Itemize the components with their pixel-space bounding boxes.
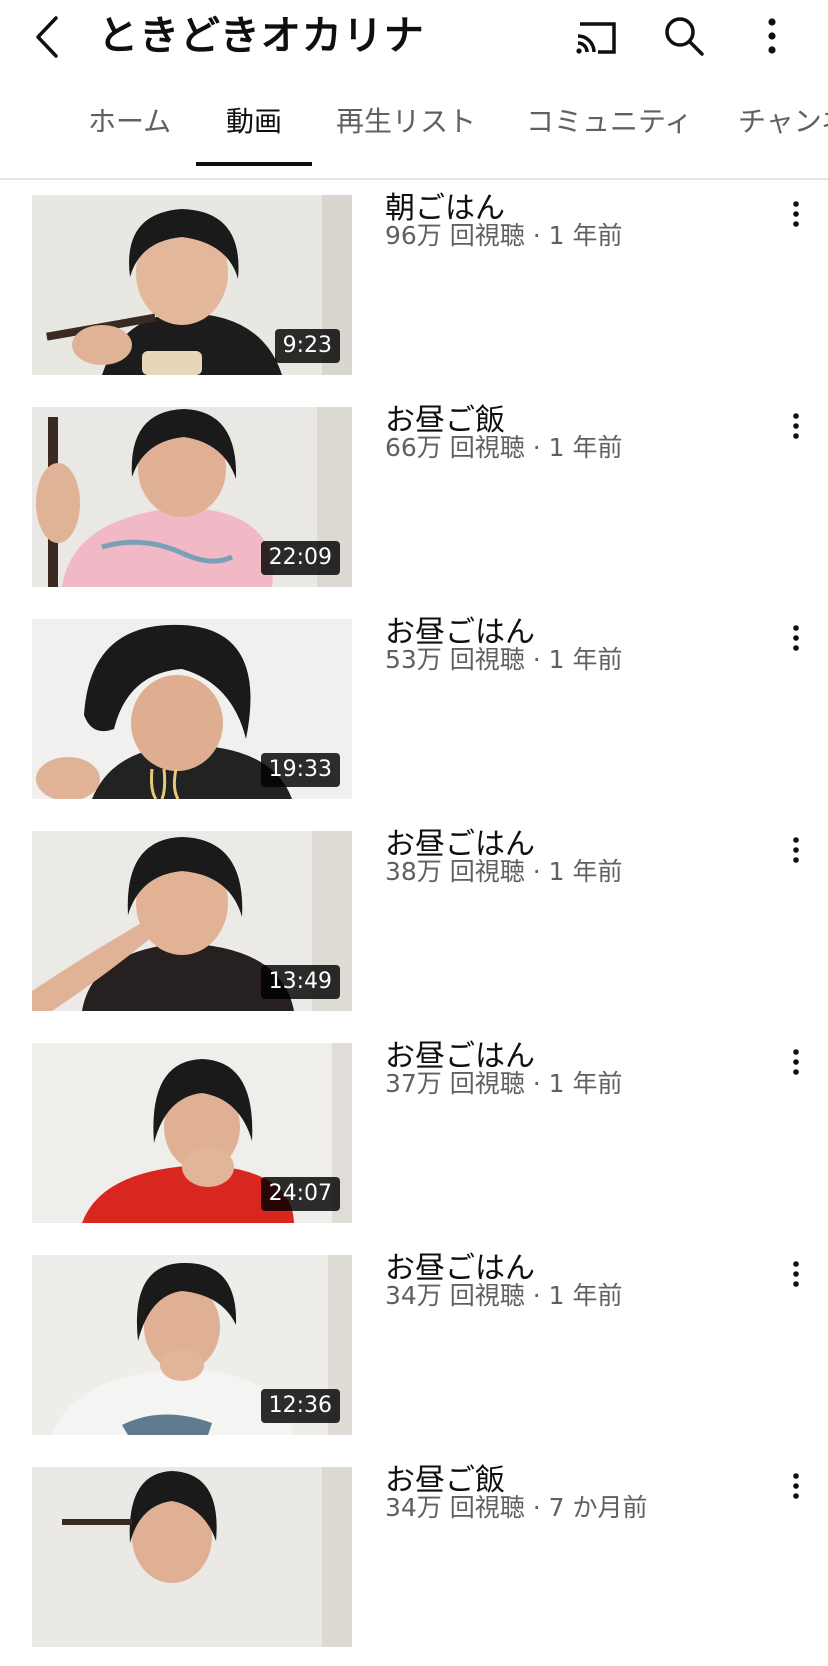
video-metadata: 34万 回視聴 · 7 か月前 (385, 1493, 648, 1522)
video-menu-button[interactable] (780, 1468, 812, 1504)
more-vertical-icon (793, 1049, 799, 1075)
search-button[interactable] (662, 14, 706, 58)
video-menu-button[interactable] (780, 832, 812, 868)
active-tab-indicator (196, 162, 312, 166)
video-metadata: 38万 回視聴 · 1 年前 (385, 857, 623, 886)
video-menu-button[interactable] (780, 1044, 812, 1080)
more-vertical-icon (793, 201, 799, 227)
video-item[interactable]: 19:33 お昼ごはん 53万 回視聴 · 1 年前 (0, 606, 828, 818)
thumbnail-image (32, 1467, 352, 1647)
back-chevron-icon (36, 16, 58, 58)
more-vertical-icon (793, 1473, 799, 1499)
video-menu-button[interactable] (780, 408, 812, 444)
video-duration: 19:33 (260, 753, 340, 787)
channel-title: ときどきオカリナ (98, 13, 425, 59)
video-duration: 24:07 (260, 1177, 340, 1211)
video-menu-button[interactable] (780, 1256, 812, 1292)
video-thumbnail[interactable]: 22:09 (32, 407, 352, 587)
more-vertical-icon (768, 18, 776, 54)
video-metadata: 96万 回視聴 · 1 年前 (385, 221, 623, 250)
search-icon (665, 17, 704, 56)
video-thumbnail[interactable]: 13:49 (32, 831, 352, 1011)
video-thumbnail[interactable]: 9:23 (32, 195, 352, 375)
video-thumbnail[interactable]: 19:33 (32, 619, 352, 799)
tab-home[interactable]: ホーム (88, 104, 171, 140)
video-metadata: 37万 回視聴 · 1 年前 (385, 1069, 623, 1098)
more-vertical-icon (793, 1261, 799, 1287)
video-item[interactable]: 9:23 朝ごはん 96万 回視聴 · 1 年前 (0, 182, 828, 394)
video-duration: 9:23 (274, 329, 340, 363)
video-thumbnail[interactable]: 12:36 (32, 1255, 352, 1435)
video-menu-button[interactable] (780, 620, 812, 656)
video-metadata: 34万 回視聴 · 1 年前 (385, 1281, 623, 1310)
channel-tabs: ホーム 動画 再生リスト コミュニティ チャンネル (0, 90, 828, 180)
video-item[interactable]: お昼ご飯 34万 回視聴 · 7 か月前 (0, 1454, 828, 1666)
cast-button[interactable] (574, 14, 618, 58)
more-vertical-icon (793, 837, 799, 863)
back-button[interactable] (28, 14, 68, 60)
video-item[interactable]: 22:09 お昼ご飯 66万 回視聴 · 1 年前 (0, 394, 828, 606)
video-metadata: 53万 回視聴 · 1 年前 (385, 645, 623, 674)
cast-icon (576, 22, 616, 54)
tab-community[interactable]: コミュニティ (526, 104, 692, 140)
video-thumbnail[interactable] (32, 1467, 352, 1647)
more-options-button[interactable] (750, 14, 794, 58)
video-duration: 12:36 (260, 1389, 340, 1423)
video-menu-button[interactable] (780, 196, 812, 232)
video-duration: 22:09 (260, 541, 340, 575)
app-bar: ときどきオカリナ (0, 0, 828, 80)
video-item[interactable]: 24:07 お昼ごはん 37万 回視聴 · 1 年前 (0, 1030, 828, 1242)
video-metadata: 66万 回視聴 · 1 年前 (385, 433, 623, 462)
video-item[interactable]: 12:36 お昼ごはん 34万 回視聴 · 1 年前 (0, 1242, 828, 1454)
video-duration: 13:49 (260, 965, 340, 999)
tab-videos[interactable]: 動画 (226, 104, 282, 140)
more-vertical-icon (793, 625, 799, 651)
tab-playlists[interactable]: 再生リスト (336, 104, 476, 140)
tab-channels[interactable]: チャンネル (738, 104, 828, 140)
more-vertical-icon (793, 413, 799, 439)
video-item[interactable]: 13:49 お昼ごはん 38万 回視聴 · 1 年前 (0, 818, 828, 1030)
video-thumbnail[interactable]: 24:07 (32, 1043, 352, 1223)
